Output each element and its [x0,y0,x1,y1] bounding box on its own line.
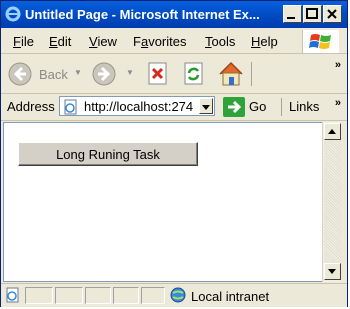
menu-tools[interactable]: Tools [205,34,235,49]
scroll-up-button[interactable] [324,123,341,140]
forward-dropdown-icon[interactable]: ▼ [126,68,134,77]
links-overflow-chevron-icon[interactable]: » [335,97,341,109]
toolbar-separator [251,62,252,86]
address-separator [281,98,282,116]
address-url[interactable]: http://localhost:274 [84,99,198,114]
scroll-down-button[interactable] [324,263,341,280]
vertical-scrollbar[interactable] [322,122,341,282]
address-input[interactable]: http://localhost:274 [59,96,215,116]
menu-bar: File Edit View Favorites Tools Help [1,29,347,54]
scroll-track[interactable] [324,140,341,263]
status-bar: Local intranet [1,283,347,307]
close-button[interactable] [323,5,342,23]
forward-icon[interactable] [91,61,117,87]
links-button[interactable]: Links [289,99,319,114]
arrow-up-icon [328,129,336,134]
menu-view[interactable]: View [89,34,117,49]
address-dropdown-button[interactable] [199,98,213,114]
status-pane-2 [55,287,83,304]
address-label: Address [7,99,55,114]
refresh-icon[interactable] [183,62,205,86]
back-label[interactable]: Back [39,67,68,82]
long-running-task-button[interactable]: Long Runing Task [18,142,198,166]
window-title: Untitled Page - Microsoft Internet Ex... [25,7,260,22]
windows-flag-icon [309,34,331,49]
page-icon [64,99,77,115]
address-bar: Address http://localhost:274 Go Links » [1,94,347,121]
standard-toolbar: Back ▼ ▼ » [1,54,347,94]
ie-icon [5,6,21,22]
close-icon [327,9,337,19]
go-button[interactable]: Go [249,99,266,114]
home-icon[interactable] [217,60,245,88]
chevron-down-icon [202,105,210,110]
windows-logo [302,30,339,53]
browser-window: Untitled Page - Microsoft Internet Ex...… [0,0,348,307]
maximize-icon [306,8,318,19]
menu-favorites[interactable]: Favorites [133,34,186,49]
toolbar-overflow-chevron-icon[interactable]: » [335,59,341,71]
status-pane-3 [85,287,111,304]
menu-help[interactable]: Help [251,34,278,49]
intranet-zone-icon [170,287,186,303]
minimize-icon [287,17,295,19]
page-status-icon [6,287,19,303]
back-dropdown-icon[interactable]: ▼ [74,68,82,77]
stop-icon[interactable] [147,62,169,86]
menu-file[interactable]: File [13,34,34,49]
status-pane-4 [113,287,139,304]
minimize-button[interactable] [283,5,302,23]
security-zone-label: Local intranet [191,289,270,304]
maximize-button[interactable] [303,5,322,23]
arrow-down-icon [328,269,336,274]
title-bar[interactable]: Untitled Page - Microsoft Internet Ex... [1,1,347,28]
page-content: Long Runing Task [3,122,323,282]
menu-edit[interactable]: Edit [49,34,71,49]
back-icon[interactable] [7,61,33,87]
status-pane-5 [141,287,165,304]
status-pane-1 [25,287,53,304]
go-arrow-icon[interactable] [223,97,245,117]
